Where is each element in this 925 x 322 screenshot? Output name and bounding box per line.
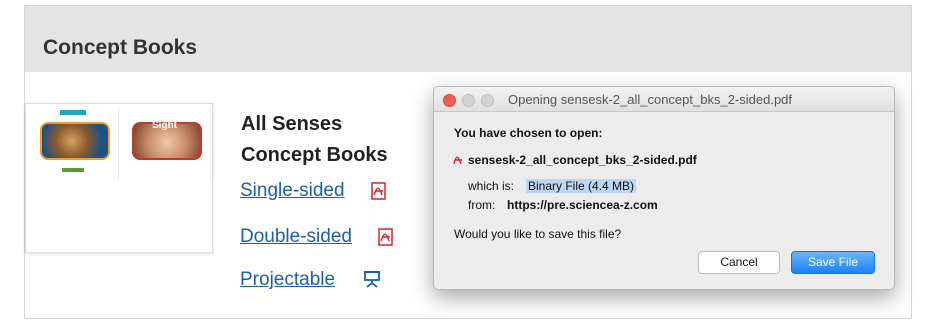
book-thumbnails[interactable]: Sight	[25, 103, 213, 253]
open-prompt: You have chosen to open:	[454, 126, 603, 140]
projector-icon[interactable]	[363, 270, 381, 293]
save-file-button[interactable]: Save File	[791, 251, 875, 274]
dialog-title: Opening sensesk-2_all_concept_bks_2-side…	[508, 92, 793, 107]
panel-title: Concept Books	[43, 36, 198, 59]
cover-title-text: Sight	[152, 120, 177, 131]
file-source-label: from:	[468, 198, 496, 212]
file-type-value: Binary File (4.4 MB)	[526, 179, 637, 193]
double-sided-link[interactable]: Double-sided	[240, 226, 352, 248]
book-title-line2: Concept Books	[241, 144, 388, 166]
file-type-highlight: Binary File (4.4 MB)	[526, 179, 637, 193]
cover-photo	[40, 122, 110, 160]
pdf-file-icon	[452, 152, 464, 171]
book-cover-thumbnail[interactable]	[30, 108, 119, 182]
dialog-titlebar[interactable]: Opening sensesk-2_all_concept_bks_2-side…	[434, 87, 894, 112]
download-dialog: Opening sensesk-2_all_concept_bks_2-side…	[433, 86, 895, 290]
cancel-button[interactable]: Cancel	[698, 251, 780, 274]
single-sided-link[interactable]: Single-sided	[240, 180, 345, 202]
minimize-icon	[462, 94, 475, 107]
cover-footer-bar	[62, 168, 84, 172]
projectable-link[interactable]: Projectable	[240, 269, 335, 291]
book-cover-thumbnail[interactable]: Sight	[122, 108, 211, 182]
pdf-icon[interactable]	[371, 182, 387, 205]
maximize-icon	[481, 94, 494, 107]
close-icon[interactable]	[443, 94, 456, 107]
file-source-url: https://pre.sciencea-z.com	[507, 198, 658, 212]
panel-header: Concept Books	[25, 6, 911, 72]
file-type-label: which is:	[468, 179, 515, 193]
pdf-icon[interactable]	[378, 228, 394, 251]
cover-label-bar	[60, 110, 86, 115]
file-name: sensesk-2_all_concept_bks_2-sided.pdf	[468, 153, 697, 167]
book-title-line1: All Senses	[241, 113, 343, 135]
save-question: Would you like to save this file?	[454, 227, 622, 241]
